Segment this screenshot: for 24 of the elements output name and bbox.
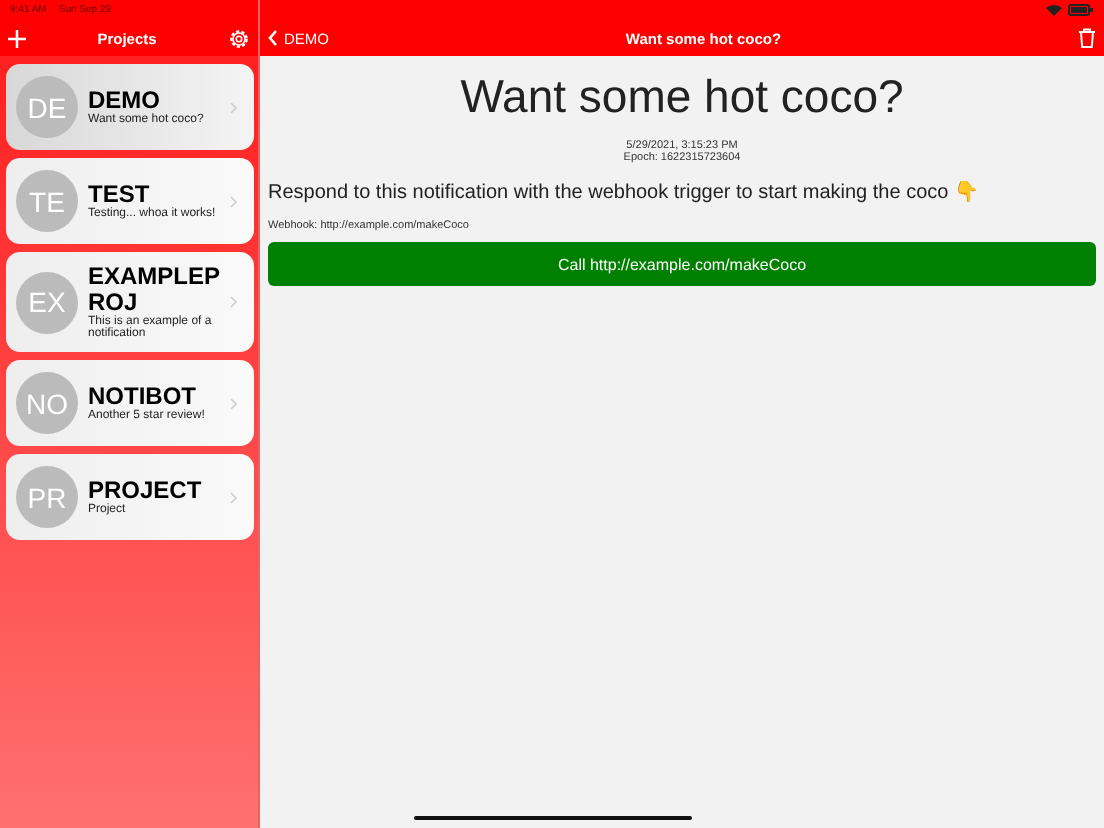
project-name: PROJECT <box>88 478 204 505</box>
project-name: EXAMPLEPROJ <box>88 264 220 317</box>
project-name: DEMO <box>88 87 160 114</box>
call-webhook-button[interactable]: Call http://example.com/makeCoco <box>268 242 1096 286</box>
avatar-circle: PR <box>16 466 78 529</box>
chevron-icon <box>230 491 238 504</box>
avatar-circle: TE <box>16 170 78 232</box>
chevron-icon <box>230 101 238 113</box>
wifi-icon <box>1046 4 1062 16</box>
chevron-icon <box>268 30 278 46</box>
settings-icon[interactable] <box>227 27 250 49</box>
avatar-circle: EX <box>16 271 78 334</box>
trash-icon[interactable] <box>1077 28 1096 48</box>
chevron-icon <box>230 296 238 309</box>
message-text: Respond to this notification with the webhook trigger to start making the coco 👇 <box>268 180 980 204</box>
project-name: NOTIBOT <box>88 384 196 411</box>
avatar-circle: NO <box>16 372 78 435</box>
notification-heading: Want some hot coco? <box>458 70 906 124</box>
avatar-circle: DE <box>16 76 78 138</box>
project-name: TEST <box>88 181 150 208</box>
battery-icon <box>1068 4 1094 16</box>
chevron-icon <box>230 195 238 207</box>
chevron-icon <box>230 397 238 410</box>
add-icon[interactable] <box>8 29 26 47</box>
